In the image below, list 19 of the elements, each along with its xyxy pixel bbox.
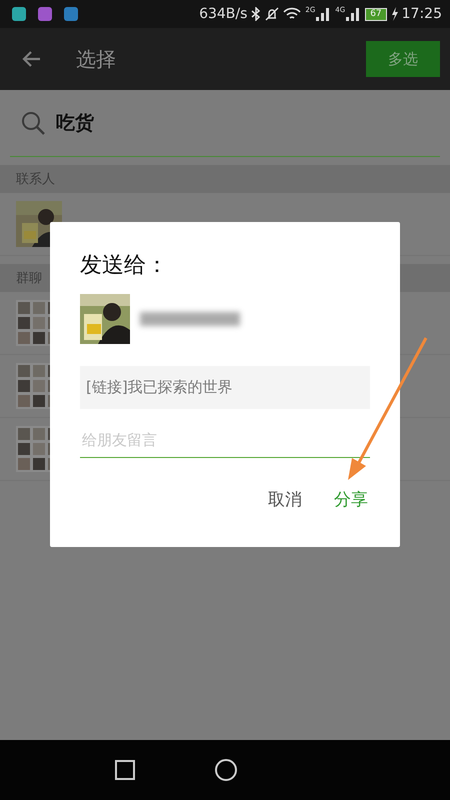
bluetooth-icon: [251, 7, 262, 21]
charging-icon: [390, 7, 398, 21]
signal-icon: [345, 7, 362, 21]
search-icon: [20, 110, 46, 136]
multi-select-button[interactable]: 多选: [366, 41, 440, 77]
app-icon: [38, 7, 52, 21]
battery-level: 67: [365, 8, 387, 20]
network-speed: 634B/s: [199, 6, 248, 22]
screen-title: 选择: [76, 46, 117, 72]
wifi-icon: [283, 7, 302, 21]
muted-icon: [265, 7, 280, 21]
signal-icon: [315, 7, 332, 21]
link-preview: [链接]我已探索的世界: [80, 366, 370, 409]
clock: 17:25: [402, 6, 442, 22]
search-field[interactable]: 吃货: [10, 90, 440, 157]
app-icon: [64, 7, 78, 21]
recents-icon[interactable]: [114, 759, 136, 781]
home-icon[interactable]: [214, 758, 238, 782]
app-icon: [12, 7, 26, 21]
